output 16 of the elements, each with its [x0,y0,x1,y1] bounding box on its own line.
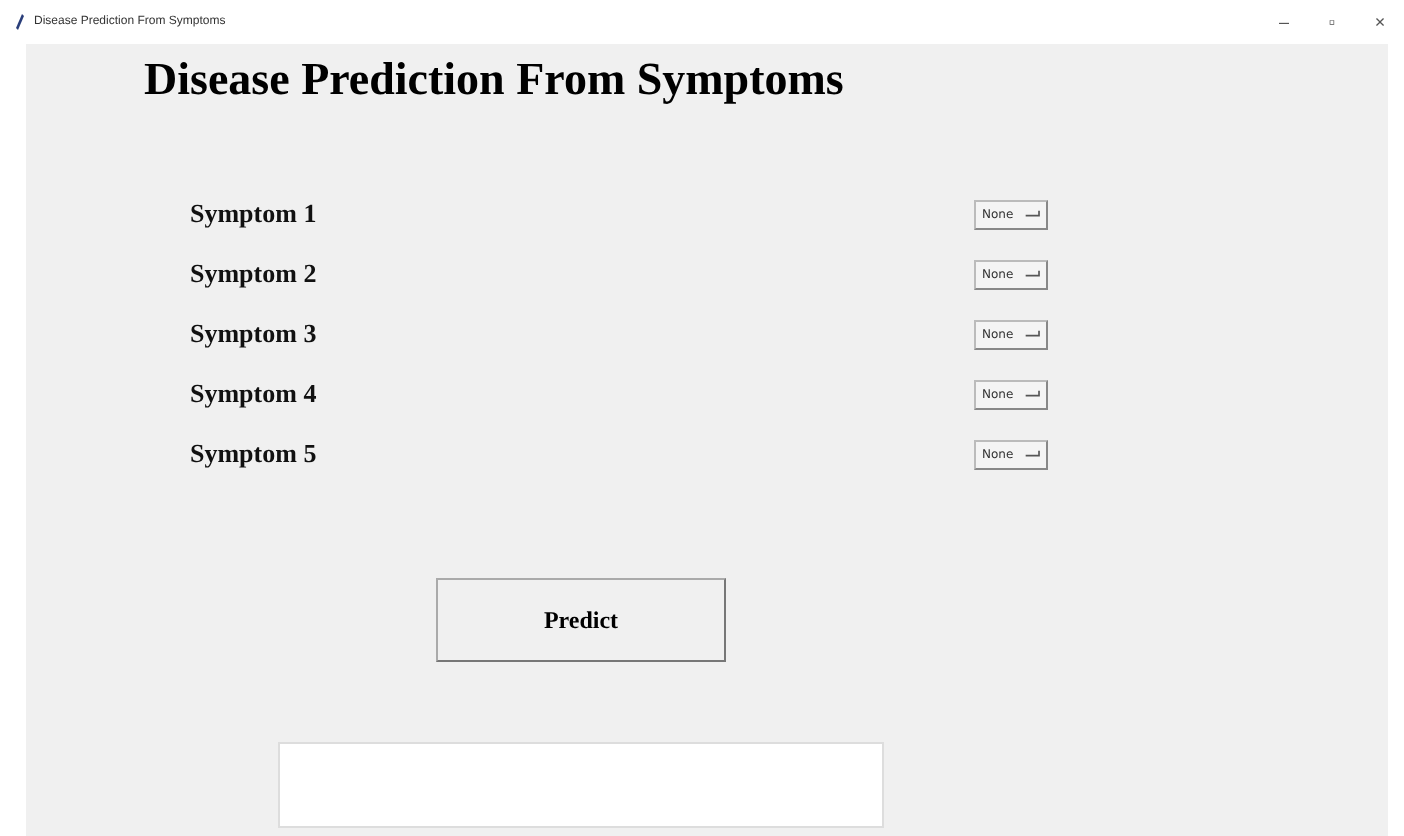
caret-icon [1023,208,1040,220]
caret-icon [1023,448,1040,460]
maximize-button[interactable]: ▫ [1308,12,1356,32]
caret-icon [1023,328,1040,340]
caret-icon [1023,388,1040,400]
caret-icon [1023,268,1040,280]
app-heading: Disease Prediction From Symptoms [144,52,846,108]
symptom-label: Symptom 5 [190,438,319,470]
symptom-label: Symptom 1 [190,198,319,230]
close-button[interactable]: × [1356,12,1404,32]
symptom-label: Symptom 3 [190,318,319,350]
predict-button[interactable]: Predict [436,578,726,662]
symptom-label: Symptom 4 [190,378,319,410]
result-field[interactable] [278,742,884,828]
minimize-button[interactable]: – [1260,12,1308,32]
symptom-label: Symptom 2 [190,258,319,290]
